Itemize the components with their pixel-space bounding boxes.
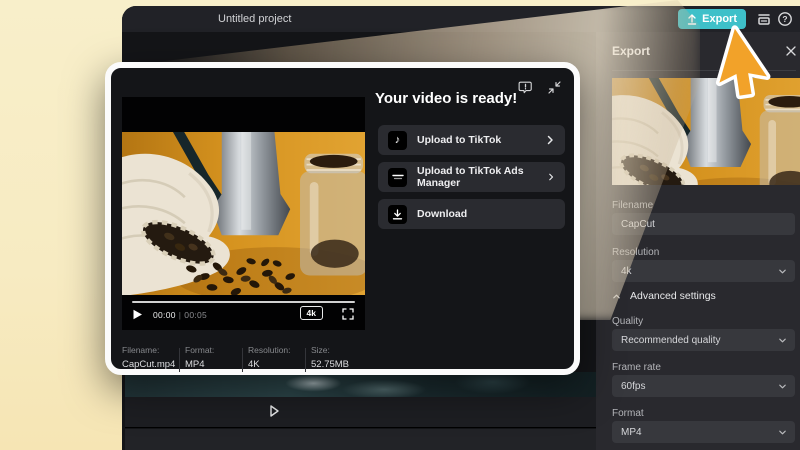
framerate-select[interactable]: 60fps — [612, 375, 795, 397]
format-select[interactable]: MP4 — [612, 421, 795, 443]
meta-format-label: Format: — [185, 345, 215, 355]
advanced-settings-label: Advanced settings — [630, 290, 716, 302]
export-complete-dialog: Your video is ready! ♪ Upload to TikTok … — [105, 62, 580, 375]
meta-filename-label: Filename: — [122, 345, 160, 355]
export-panel: Export Filename CapCut Resolution 4k Adv… — [596, 32, 800, 450]
progress-bar[interactable] — [132, 301, 355, 303]
upload-tiktok-ads-button[interactable]: Upload to TikTok Ads Manager — [378, 162, 565, 192]
filename-label: Filename — [612, 200, 654, 211]
framerate-label: Frame rate — [612, 362, 661, 373]
filename-value: CapCut — [621, 218, 655, 230]
meta-filename: Filename: CapCut.mp4 — [122, 345, 180, 370]
filename-input[interactable]: CapCut — [612, 213, 795, 235]
meta-divider — [305, 348, 306, 372]
quality-label: Quality — [612, 316, 644, 327]
export-panel-title: Export — [612, 44, 651, 58]
meta-size: Size: 52.75MB — [311, 345, 369, 370]
player-preview-strip — [125, 372, 596, 397]
play-icon[interactable] — [266, 403, 282, 419]
export-button-label: Export — [702, 13, 737, 25]
meta-format-value: MP4 — [185, 359, 205, 370]
timeline-area — [125, 429, 596, 450]
video-preview — [122, 132, 365, 295]
video-player: 00:00 | 00:05 4k — [122, 97, 365, 330]
panel-separator — [612, 70, 796, 71]
chevron-down-icon — [779, 384, 786, 388]
meta-resolution-label: Resolution: — [248, 345, 291, 355]
upload-tiktok-ads-label: Upload to TikTok Ads Manager — [417, 165, 524, 189]
framerate-value: 60fps — [621, 380, 646, 392]
download-button[interactable]: Download — [378, 199, 565, 229]
resolution-value: 4k — [621, 265, 632, 277]
help-icon[interactable]: ? — [777, 11, 793, 27]
meta-filename-value: CapCut.mp4 — [122, 359, 176, 370]
modal-heading: Your video is ready! — [375, 90, 518, 107]
resolution-select[interactable]: 4k — [612, 260, 795, 282]
meta-format: Format: MP4 — [185, 345, 243, 370]
meta-divider — [179, 348, 180, 372]
tiktok-icon: ♪ — [388, 130, 407, 150]
close-icon[interactable] — [784, 44, 798, 58]
collapse-icon[interactable] — [547, 80, 562, 95]
fullscreen-icon[interactable] — [342, 308, 354, 320]
download-icon — [388, 204, 407, 224]
chevron-down-icon — [779, 430, 786, 434]
svg-text:?: ? — [782, 14, 787, 24]
top-bar: Untitled project Export ? — [122, 6, 800, 32]
render-queue-icon[interactable] — [756, 11, 772, 27]
meta-resolution-value: 4K — [248, 359, 260, 370]
export-thumbnail — [612, 78, 800, 185]
meta-size-value: 52.75MB — [311, 359, 350, 370]
download-label: Download — [417, 208, 468, 220]
quality-select[interactable]: Recommended quality — [612, 329, 795, 351]
meta-resolution: Resolution: 4K — [248, 345, 306, 370]
quality-value: Recommended quality — [621, 334, 721, 346]
current-time: 00:00 — [153, 310, 176, 320]
duration: 00:05 — [184, 310, 208, 320]
upload-icon — [687, 13, 697, 25]
chevron-up-icon — [613, 294, 620, 298]
chevron-right-icon — [547, 135, 553, 145]
upload-tiktok-button[interactable]: ♪ Upload to TikTok — [378, 125, 565, 155]
tiktok-ads-icon — [388, 167, 407, 187]
format-label: Format — [612, 408, 644, 419]
meta-divider — [242, 348, 243, 372]
project-title: Untitled project — [218, 13, 292, 25]
format-value: MP4 — [621, 426, 642, 438]
export-button[interactable]: Export — [678, 9, 746, 29]
feedback-icon[interactable] — [518, 80, 533, 95]
meta-size-label: Size: — [311, 345, 330, 355]
chevron-down-icon — [779, 338, 786, 342]
quality-badge[interactable]: 4k — [299, 306, 323, 320]
upload-tiktok-label: Upload to TikTok — [417, 134, 502, 146]
time-display: 00:00 | 00:05 — [153, 310, 207, 320]
chevron-down-icon — [779, 269, 786, 273]
resolution-label: Resolution — [612, 247, 660, 258]
player-controls-bar — [125, 397, 596, 428]
advanced-settings-toggle[interactable]: Advanced settings — [612, 290, 716, 302]
chevron-right-icon — [549, 173, 554, 181]
play-button[interactable] — [132, 309, 143, 320]
